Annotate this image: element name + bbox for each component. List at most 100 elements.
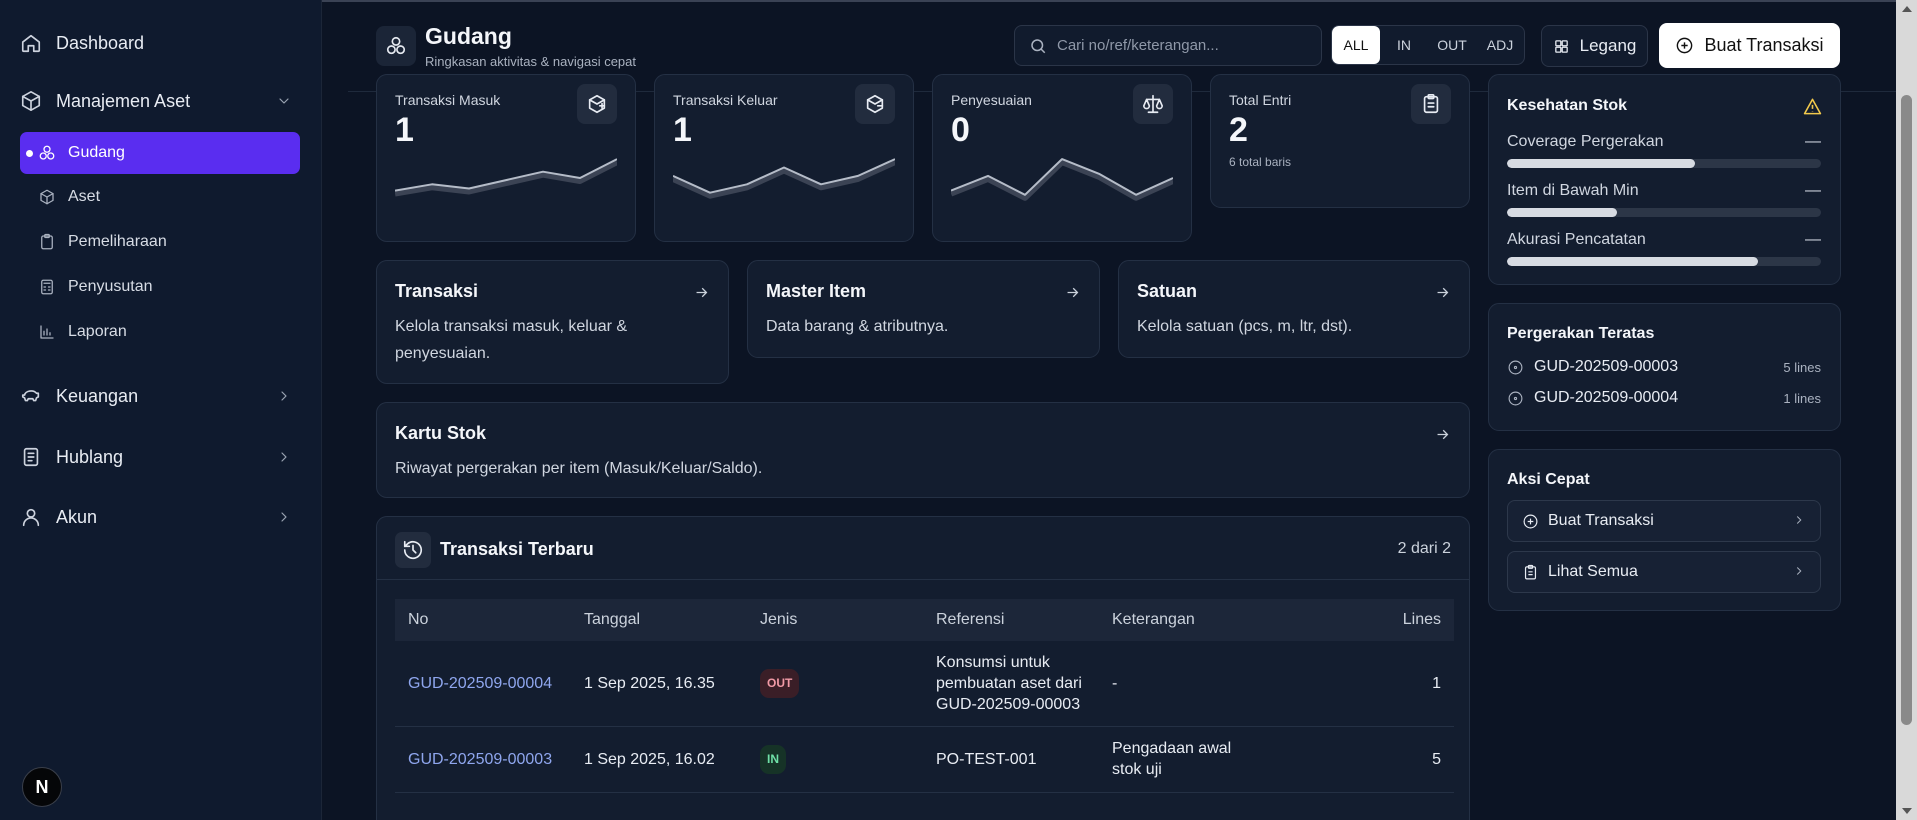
user-icon xyxy=(22,508,40,527)
nav-card-kartu-stok[interactable]: Kartu Stok Riwayat pergerakan per item (… xyxy=(376,402,1470,498)
sparkline-masuk xyxy=(395,158,617,197)
transaction-link[interactable]: GUD-202509-00004 xyxy=(408,675,552,692)
filter-in[interactable]: IN xyxy=(1380,26,1428,64)
movement-lines: 5 lines xyxy=(1783,359,1821,375)
stat-card-masuk: Transaksi Masuk 1 xyxy=(376,74,636,242)
divider xyxy=(377,579,1469,580)
stat-label: Penyesuaian xyxy=(951,92,1032,108)
stat-label: Transaksi Masuk xyxy=(395,92,501,108)
boxes-icon xyxy=(376,26,416,66)
nav-card-title: Master Item xyxy=(766,281,867,301)
clipboard-icon xyxy=(1524,564,1537,579)
history-icon xyxy=(395,532,431,568)
sidebar-item-label: Penyusutan xyxy=(68,278,153,295)
nav-card-title: Satuan xyxy=(1137,281,1198,301)
sidebar-group-hublang[interactable]: Hublang xyxy=(20,446,287,468)
sidebar-item-label: Gudang xyxy=(68,144,125,161)
layout-button-label: Legang xyxy=(1579,36,1637,55)
bar-chart-icon xyxy=(40,325,54,339)
stat-value: 0 xyxy=(951,111,970,149)
transactions-table: No Tanggal Jenis Referensi Keterangan Li… xyxy=(395,599,1454,793)
health-label: Akurasi Pencatatan xyxy=(1507,231,1646,248)
table-row[interactable]: GUD-202509-00004 1 Sep 2025, 16.35 OUT K… xyxy=(395,641,1454,727)
scroll-thumb[interactable] xyxy=(1901,95,1912,725)
sidebar-group-label: Manajemen Aset xyxy=(56,90,191,111)
stock-health-card: Kesehatan Stok Coverage Pergerakan — Ite… xyxy=(1488,74,1841,285)
cell-lines: 1 xyxy=(1275,641,1454,727)
sidebar-item-label: Aset xyxy=(68,188,101,205)
nav-card-satuan[interactable]: Satuan Kelola satuan (pcs, m, ltr, dst). xyxy=(1118,260,1470,358)
sidebar-group-akun[interactable]: Akun xyxy=(20,506,287,528)
health-label: Item di Bawah Min xyxy=(1507,182,1639,199)
nav-card-desc: Kelola satuan (pcs, m, ltr, dst). xyxy=(1137,318,1353,335)
column-header[interactable]: No xyxy=(395,599,571,641)
piggy-bank-icon xyxy=(21,390,40,402)
sidebar-item-gudang[interactable]: Gudang xyxy=(20,132,300,174)
sidebar-group-label: Hublang xyxy=(56,446,124,467)
stat-value: 2 xyxy=(1229,111,1248,149)
nav-card-desc: Data barang & atributnya. xyxy=(766,318,949,335)
create-transaction-button[interactable]: Buat Transaksi xyxy=(1659,23,1840,68)
nav-card-transaksi[interactable]: Transaksi Kelola transaksi masuk, keluar… xyxy=(376,260,729,384)
sidebar-item-penyusutan[interactable]: Penyusutan xyxy=(20,266,300,308)
movement-no: GUD-202509-00004 xyxy=(1534,389,1679,406)
health-label: Coverage Pergerakan xyxy=(1507,133,1664,150)
table-row[interactable]: GUD-202509-00003 1 Sep 2025, 16.02 IN PO… xyxy=(395,726,1454,793)
stat-card-keluar: Transaksi Keluar 1 xyxy=(654,74,914,242)
quick-view-all-button[interactable]: Lihat Semua xyxy=(1507,551,1821,593)
section-title: Kesehatan Stok xyxy=(1507,97,1628,114)
table-header-row: No Tanggal Jenis Referensi Keterangan Li… xyxy=(395,599,1454,641)
sidebar-group-manajemen-aset[interactable]: Manajemen Aset xyxy=(20,90,289,112)
quick-actions-card: Aksi Cepat Buat Transaksi Lihat Semua xyxy=(1488,449,1841,611)
chevron-right-icon xyxy=(276,449,292,470)
column-header[interactable]: Referensi xyxy=(923,599,1099,641)
nav-card-title: Transaksi xyxy=(395,281,479,301)
plus-circle-icon xyxy=(1523,514,1538,528)
clipboard-icon xyxy=(41,233,53,250)
movement-row[interactable]: GUD-202509-00003 5 lines xyxy=(1507,358,1821,376)
chevron-down-icon xyxy=(276,93,292,114)
sidebar-item-dashboard[interactable]: Dashboard xyxy=(20,32,144,54)
sidebar-item-laporan[interactable]: Laporan xyxy=(20,311,300,353)
column-header[interactable]: Lines xyxy=(1275,599,1454,641)
type-filter: ALL IN OUT ADJ xyxy=(1331,25,1525,65)
search-icon xyxy=(1031,38,1046,53)
home-icon xyxy=(21,34,41,53)
chevron-right-icon xyxy=(1792,564,1806,583)
sidebar-item-pemeliharaan[interactable]: Pemeliharaan xyxy=(20,221,300,263)
row-count: 2 dari 2 xyxy=(1397,540,1451,557)
scroll-down-arrow[interactable] xyxy=(1902,808,1912,814)
filter-all[interactable]: ALL xyxy=(1332,26,1380,64)
column-header[interactable]: Tanggal xyxy=(571,599,747,641)
quick-create-transaction-button[interactable]: Buat Transaksi xyxy=(1507,500,1821,542)
page-scrollbar[interactable] xyxy=(1896,0,1917,820)
movement-lines: 1 lines xyxy=(1783,390,1821,406)
cell-date: 1 Sep 2025, 16.35 xyxy=(571,641,747,727)
health-bar-fill xyxy=(1507,257,1759,266)
chevron-right-icon xyxy=(276,388,292,409)
column-header[interactable]: Jenis xyxy=(747,599,923,641)
stat-card-total: Total Entri 2 6 total baris xyxy=(1210,74,1470,208)
filter-adj[interactable]: ADJ xyxy=(1476,26,1524,64)
sidebar-group-keuangan[interactable]: Keuangan xyxy=(20,385,287,407)
box-icon xyxy=(21,91,41,111)
stat-label: Total Entri xyxy=(1229,92,1292,108)
transaction-link[interactable]: GUD-202509-00003 xyxy=(408,751,552,768)
movement-row[interactable]: GUD-202509-00004 1 lines xyxy=(1507,389,1821,407)
circle-dot-icon xyxy=(1508,360,1523,374)
health-row: Coverage Pergerakan — xyxy=(1507,133,1821,168)
search-input[interactable] xyxy=(1057,37,1297,54)
active-dot xyxy=(26,150,33,157)
filter-out[interactable]: OUT xyxy=(1428,26,1476,64)
boxes-icon xyxy=(39,145,55,160)
health-row: Akurasi Pencatatan — xyxy=(1507,231,1821,266)
scroll-up-arrow[interactable] xyxy=(1902,6,1912,12)
layout-button[interactable]: Legang xyxy=(1541,25,1648,67)
sidebar-item-aset[interactable]: Aset xyxy=(20,176,300,218)
nav-card-master-item[interactable]: Master Item Data barang & atributnya. xyxy=(747,260,1100,358)
column-header[interactable]: Keterangan xyxy=(1099,599,1275,641)
section-title: Pergerakan Teratas xyxy=(1507,325,1655,342)
quick-action-label: Buat Transaksi xyxy=(1548,512,1654,529)
avatar[interactable]: N xyxy=(22,767,62,807)
sparkline-shadow xyxy=(395,159,617,197)
